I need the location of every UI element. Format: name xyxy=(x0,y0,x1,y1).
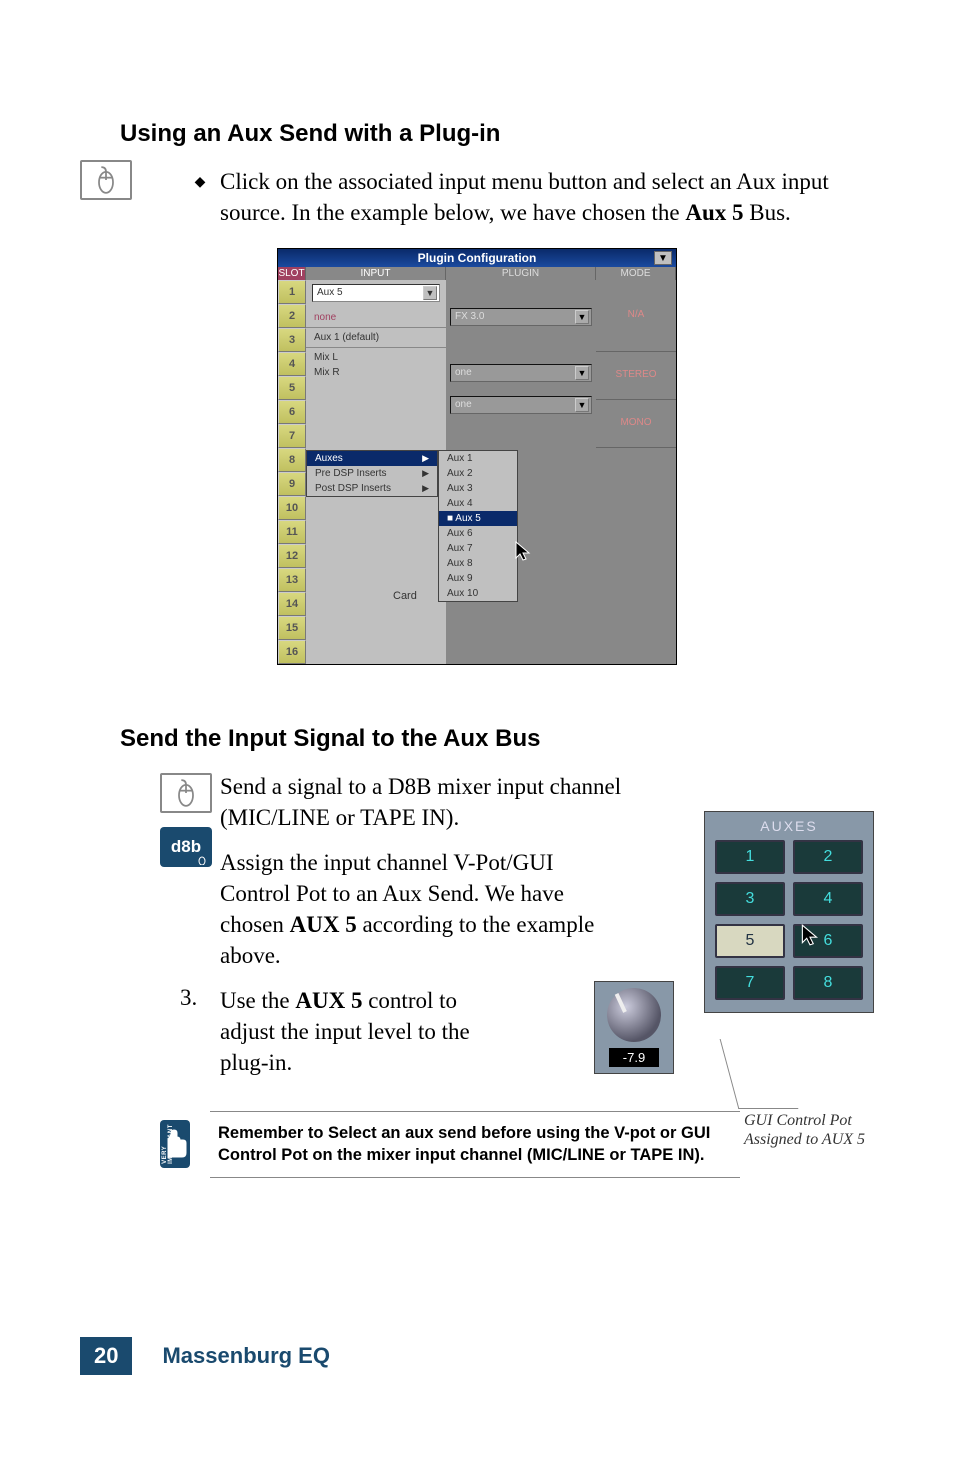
menu-item-pre-dsp[interactable]: Pre DSP Inserts▶ xyxy=(307,466,437,481)
mode-column: N/A STEREO MONO xyxy=(596,280,676,664)
chevron-down-icon[interactable]: ▼ xyxy=(575,398,589,412)
submenu-aux[interactable]: Aux 4 xyxy=(439,496,517,511)
slot-cell[interactable]: 14 xyxy=(278,592,306,616)
aux-submenu: Aux 1 Aux 2 Aux 3 Aux 4 ■ Aux 5 Aux 6 Au… xyxy=(438,450,518,602)
input-context-menu: Auxes▶ Pre DSP Inserts▶ Post DSP Inserts… xyxy=(306,450,438,497)
section2-heading: Send the Input Signal to the Aux Bus xyxy=(120,725,874,753)
menu-item-auxes[interactable]: Auxes▶ xyxy=(307,451,437,466)
slot-cell[interactable]: 7 xyxy=(278,424,306,448)
card-label: Card xyxy=(393,590,417,602)
slot-cell[interactable]: 3 xyxy=(278,328,306,352)
aux-button-4[interactable]: 4 xyxy=(793,882,863,916)
slot-cell[interactable]: 4 xyxy=(278,352,306,376)
footer-title: Massenburg EQ xyxy=(162,1343,329,1369)
mode-cell: MONO xyxy=(596,400,676,448)
control-pot-knob[interactable] xyxy=(607,988,661,1042)
header-mode: MODE xyxy=(596,267,676,280)
slot-cell[interactable]: 10 xyxy=(278,496,306,520)
plugin-configuration-figure: Plugin Configuration ▼ SLOT INPUT PLUGIN… xyxy=(277,248,677,665)
bullet-mark: ◆ xyxy=(180,166,220,228)
plugin-dropdown[interactable]: one▼ xyxy=(450,396,592,414)
menu-item-mixr[interactable]: Mix R xyxy=(306,365,446,380)
submenu-aux[interactable]: Aux 6 xyxy=(439,526,517,541)
aux-button-2[interactable]: 2 xyxy=(793,840,863,874)
auxes-panel: AUXES 1 2 3 4 5 6 7 8 xyxy=(704,811,874,1013)
callout-text: GUI Control Pot Assigned to AUX 5 xyxy=(744,1111,904,1149)
header-plugin: PLUGIN xyxy=(446,267,596,280)
plugin-config-titlebar: Plugin Configuration ▼ xyxy=(278,249,676,267)
callout-line xyxy=(720,1039,799,1109)
step-num: 3. xyxy=(180,985,220,1078)
submenu-aux[interactable]: Aux 10 xyxy=(439,586,517,601)
submenu-arrow-icon: ▶ xyxy=(422,468,429,479)
slot-cell[interactable]: 6 xyxy=(278,400,306,424)
step-2: 2. Assign the input channel V-Pot/GUI Co… xyxy=(180,847,600,971)
slot-cell[interactable]: 2 xyxy=(278,304,306,328)
control-pot-figure: -7.9 xyxy=(594,981,674,1074)
chevron-down-icon[interactable]: ▼ xyxy=(423,286,437,300)
slot-cell[interactable]: 8 xyxy=(278,448,306,472)
chevron-down-icon[interactable]: ▼ xyxy=(575,366,589,380)
submenu-aux[interactable]: Aux 7 xyxy=(439,541,517,556)
menu-item-default[interactable]: Aux 1 (default) xyxy=(306,330,446,345)
bullet-bold: Aux 5 xyxy=(685,200,743,225)
plugin-config-headers: SLOT INPUT PLUGIN MODE xyxy=(278,267,676,280)
submenu-aux-selected[interactable]: ■ Aux 5 xyxy=(439,511,517,526)
submenu-arrow-icon: ▶ xyxy=(422,453,429,464)
submenu-aux[interactable]: Aux 1 xyxy=(439,451,517,466)
header-slot: SLOT xyxy=(278,267,306,280)
slot-cell[interactable]: 12 xyxy=(278,544,306,568)
input-dropdown[interactable]: Aux 5 ▼ xyxy=(312,284,440,302)
slot-cell[interactable]: 1 xyxy=(278,280,306,304)
slot-cell[interactable]: 13 xyxy=(278,568,306,592)
remember-note: Remember to Select an aux send before us… xyxy=(210,1111,740,1178)
menu-item-none[interactable]: none xyxy=(306,310,446,325)
step-3: 3. Use the AUX 5 control to adjust the i… xyxy=(180,985,500,1078)
aux-button-1[interactable]: 1 xyxy=(715,840,785,874)
slot-column: 1 2 3 4 5 6 7 8 9 10 11 12 13 14 15 16 xyxy=(278,280,306,664)
mouse-icon xyxy=(160,773,212,813)
mode-cell: STEREO xyxy=(596,352,676,400)
aux-button-5[interactable]: 5 xyxy=(715,924,785,958)
step-text: Send a signal to a D8B mixer input chann… xyxy=(220,771,660,833)
slot-cell[interactable]: 11 xyxy=(278,520,306,544)
submenu-aux[interactable]: Aux 3 xyxy=(439,481,517,496)
aux-button-3[interactable]: 3 xyxy=(715,882,785,916)
slot-cell[interactable]: 9 xyxy=(278,472,306,496)
bullet-post: Bus. xyxy=(744,200,791,225)
d8b-icon: d8b xyxy=(160,827,212,867)
header-input: INPUT xyxy=(306,267,446,280)
submenu-arrow-icon: ▶ xyxy=(422,483,429,494)
submenu-aux[interactable]: Aux 9 xyxy=(439,571,517,586)
aux-button-8[interactable]: 8 xyxy=(793,966,863,1000)
page-footer: 20 Massenburg EQ xyxy=(80,1337,330,1375)
chevron-down-icon[interactable]: ▼ xyxy=(575,310,589,324)
section1-heading: Using an Aux Send with a Plug-in xyxy=(120,120,874,148)
slot-cell[interactable]: 15 xyxy=(278,616,306,640)
aux-button-7[interactable]: 7 xyxy=(715,966,785,1000)
plugin-dropdown[interactable]: FX 3.0▼ xyxy=(450,308,592,326)
collapse-arrow-icon[interactable]: ▼ xyxy=(654,251,672,265)
mode-cell: N/A xyxy=(596,280,676,352)
submenu-aux[interactable]: Aux 2 xyxy=(439,466,517,481)
menu-item-mixl[interactable]: Mix L xyxy=(306,350,446,365)
auxes-title: AUXES xyxy=(715,818,863,834)
section1-body: ◆ Click on the associated input menu but… xyxy=(180,166,874,228)
important-hand-icon: VERY IMPORTANT xyxy=(160,1120,190,1168)
submenu-aux[interactable]: Aux 8 xyxy=(439,556,517,571)
slot-cell[interactable]: 5 xyxy=(278,376,306,400)
menu-item-post-dsp[interactable]: Post DSP Inserts▶ xyxy=(307,481,437,496)
cursor-icon xyxy=(800,923,820,954)
cursor-icon xyxy=(514,540,532,567)
step-text: Assign the input channel V-Pot/GUI Contr… xyxy=(220,847,600,971)
plugin-dropdown[interactable]: one▼ xyxy=(450,364,592,382)
control-pot-value: -7.9 xyxy=(609,1048,659,1067)
mouse-icon xyxy=(80,160,132,200)
step-text: Use the AUX 5 control to adjust the inpu… xyxy=(220,985,500,1078)
step-1: 1. Send a signal to a D8B mixer input ch… xyxy=(180,771,660,833)
slot-cell[interactable]: 16 xyxy=(278,640,306,664)
page-number: 20 xyxy=(80,1337,132,1375)
